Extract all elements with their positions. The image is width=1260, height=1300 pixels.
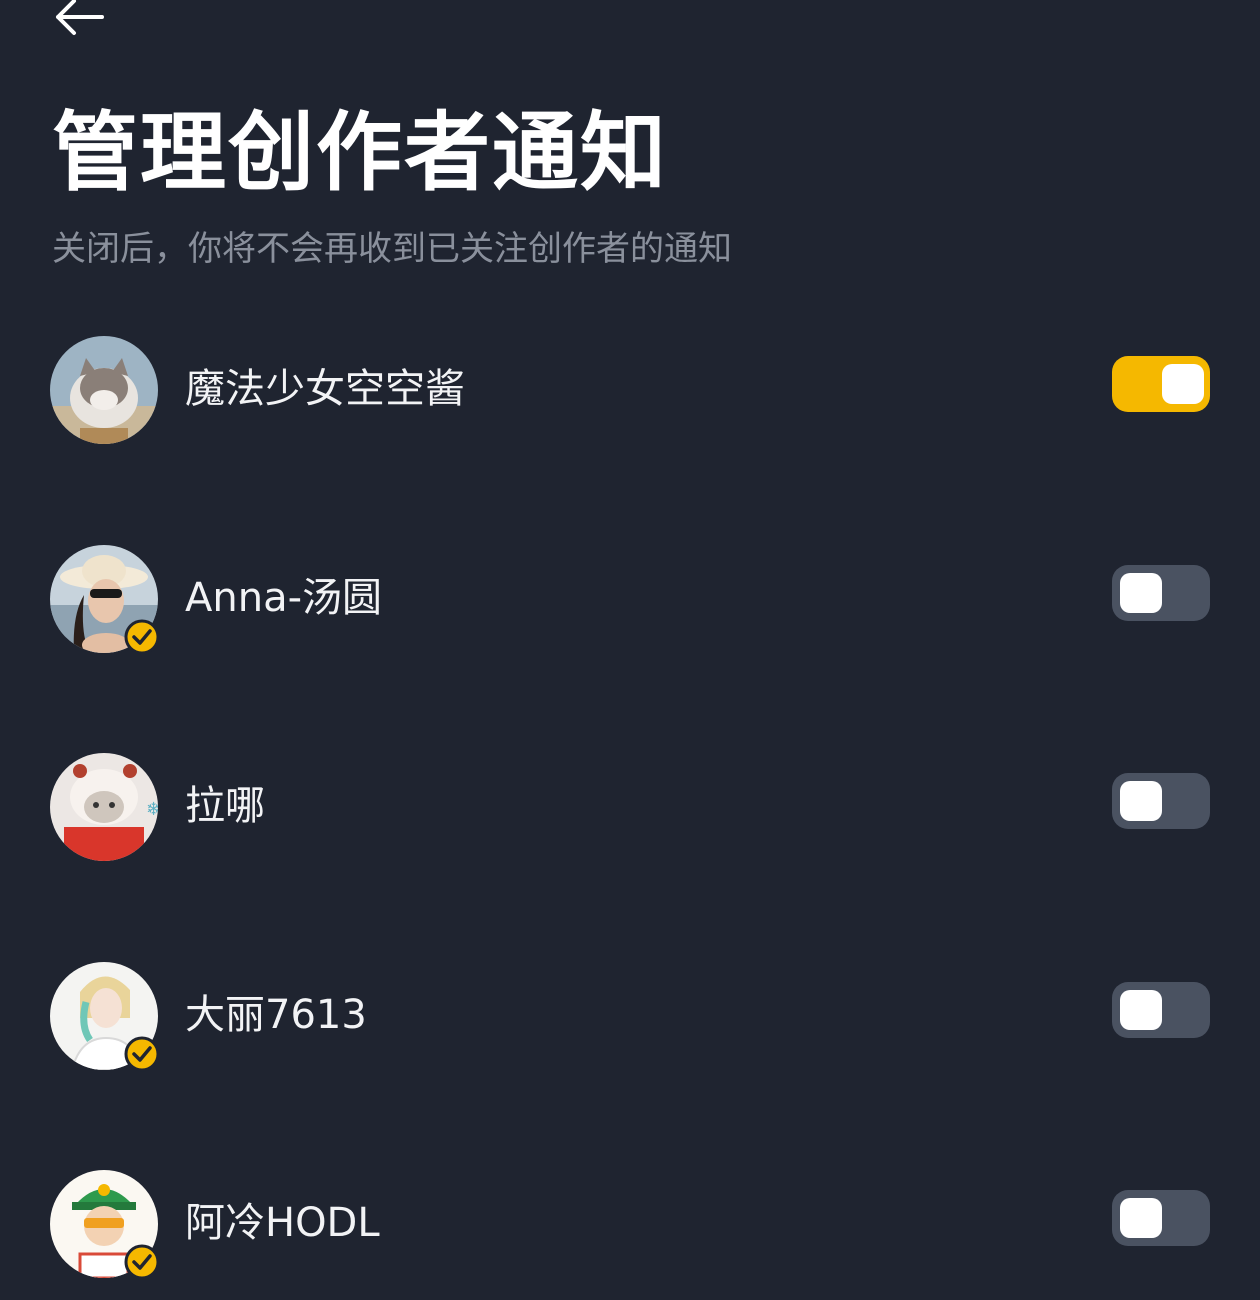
toggle-knob: [1120, 781, 1162, 821]
verified-badge-icon: [124, 619, 160, 655]
toggle-knob: [1162, 364, 1204, 404]
creator-row: 大丽7613: [0, 962, 1260, 1092]
creator-row: 魔法少女空空酱: [0, 336, 1260, 466]
creator-name: 拉哪: [185, 783, 265, 829]
creator-name: 阿冷HODL: [185, 1200, 380, 1246]
page-subtitle: 关闭后，你将不会再收到已关注创作者的通知: [52, 229, 732, 269]
arrow-left-icon: [56, 0, 104, 35]
creator-name: 大丽7613: [185, 992, 367, 1038]
notification-toggle[interactable]: [1112, 1190, 1210, 1246]
verified-badge-icon: [124, 1244, 160, 1280]
avatar[interactable]: ❄: [50, 753, 158, 861]
avatar[interactable]: [50, 336, 158, 444]
notification-toggle[interactable]: [1112, 565, 1210, 621]
toggle-knob: [1120, 573, 1162, 613]
creator-name: 魔法少女空空酱: [185, 366, 465, 412]
creator-row: Anna-汤圆: [0, 545, 1260, 675]
verified-badge-icon: [124, 1036, 160, 1072]
svg-text:❄: ❄: [146, 799, 158, 820]
back-button[interactable]: [46, 0, 110, 42]
toggle-knob: [1120, 1198, 1162, 1238]
creator-row: ❄ 拉哪: [0, 753, 1260, 883]
notification-toggle[interactable]: [1112, 982, 1210, 1038]
creator-name: Anna-汤圆: [185, 575, 383, 621]
notification-toggle[interactable]: [1112, 773, 1210, 829]
page-title: 管理创作者通知: [52, 103, 668, 203]
notification-toggle[interactable]: [1112, 356, 1210, 412]
toggle-knob: [1120, 990, 1162, 1030]
creator-row: 阿冷HODL: [0, 1170, 1260, 1300]
